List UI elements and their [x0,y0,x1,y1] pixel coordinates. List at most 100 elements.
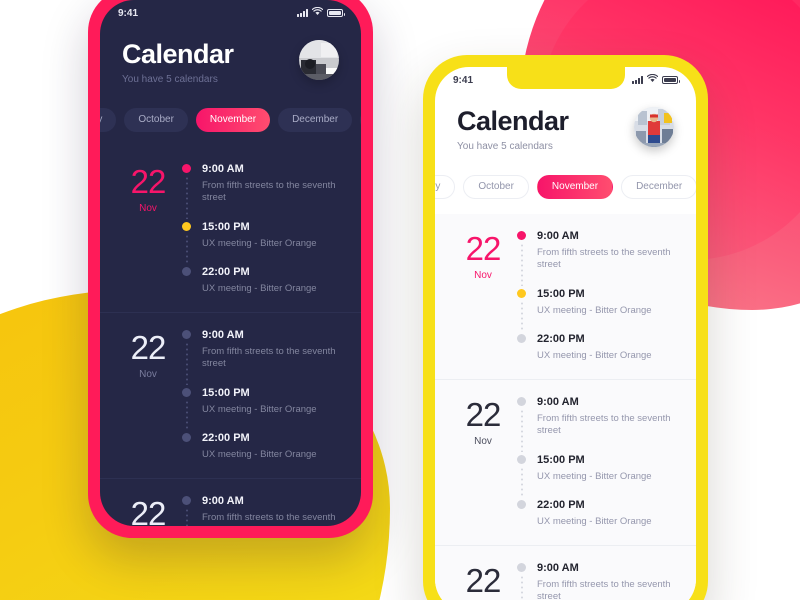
day-date: 22 Nov [449,230,517,363]
day-month: Nov [474,269,492,281]
event-description: UX meeting - Bitter Orange [202,283,317,295]
event-item[interactable]: 15:00 PM UX meeting - Bitter Orange [182,220,345,265]
event-dot-muted [517,454,526,464]
event-time: 15:00 PM [202,220,250,233]
app-header: Calendar You have 5 calendars [435,93,696,152]
day-events: 9:00 AM From fifth streets to the sevent… [517,396,680,529]
day-events: 9:00 AM From fifth streets to the sevent… [517,562,680,600]
battery-icon [662,76,680,84]
event-description: UX meeting - Bitter Orange [202,403,317,415]
event-dot-muted [182,433,191,443]
battery-icon [327,9,345,17]
event-time: 22:00 PM [537,333,585,346]
day-events: 9:00 AM From fifth streets to the sevent… [182,495,345,526]
day-group: 22 Nov 9:00 AM From fifth streets to the… [435,378,696,545]
day-events: 9:00 AM From fifth streets to the sevent… [182,163,345,296]
event-description: From fifth streets to the seventh street [537,246,671,271]
event-description: From fifth streets to the seventh street [202,179,336,204]
event-time: 9:00 AM [537,561,579,574]
page-subtitle: You have 5 calendars [457,140,553,152]
event-connector [185,507,188,526]
event-description: UX meeting - Bitter Orange [537,470,652,482]
day-group: 22 Nov 9:00 AM From fifth streets to the… [100,147,361,312]
day-events: 9:00 AM From fifth streets to the sevent… [182,329,345,462]
event-item[interactable]: 22:00 PM UX meeting - Bitter Orange [182,432,345,462]
month-chip-1[interactable]: October [124,107,188,132]
event-dot-muted [182,267,191,277]
event-list[interactable]: 22 Nov 9:00 AM From fifth streets to the… [435,213,696,600]
phone-mockup-dark: 9:41 Calendar You have 5 calendars Octob… [88,0,373,538]
event-time: 9:00 AM [537,395,579,408]
event-time: 9:00 AM [537,229,579,242]
month-chip-3[interactable]: December [621,174,696,199]
event-description: UX meeting - Bitter Orange [202,449,317,461]
month-chip-2[interactable]: November [195,107,271,132]
event-connector [520,574,523,600]
month-chip-2[interactable]: November [536,174,614,199]
event-connector [520,300,523,332]
month-chip-3[interactable]: December [278,107,353,132]
event-item[interactable]: 9:00 AM From fifth streets to the sevent… [517,395,680,452]
event-dot-pink [517,230,526,240]
event-item[interactable]: 9:00 AM From fifth streets to the sevent… [182,328,345,385]
day-group: 22 Nov 9:00 AM From fifth streets to the… [435,214,696,379]
event-item[interactable]: 15:00 PM UX meeting - Bitter Orange [517,287,680,332]
event-time: 15:00 PM [537,287,585,300]
month-chip-1[interactable]: October [463,174,529,199]
screen-light: 9:41 Calendar You have 5 calendars y Oct… [435,67,696,600]
event-time: 15:00 PM [537,453,585,466]
app-header: Calendar You have 5 calendars [100,26,361,85]
status-bar-time: 9:41 [118,7,139,19]
event-description: From fifth streets to the seventh street [537,412,671,437]
day-number: 22 [465,395,502,433]
day-date: 22 Nov [114,495,182,526]
user-avatar[interactable] [299,40,339,80]
phone-mockup-light: 9:41 Calendar You have 5 calendars y Oct… [423,55,708,600]
event-item[interactable]: 9:00 AM From fifth streets to the sevent… [182,495,345,526]
event-dot-muted [182,495,191,505]
day-date: 22 Nov [114,329,182,462]
event-dot-muted [517,500,526,510]
day-month: Nov [139,368,157,380]
event-list[interactable]: 22 Nov 9:00 AM From fifth streets to the… [100,147,361,526]
event-description: UX meeting - Bitter Orange [537,516,652,528]
page-subtitle: You have 5 calendars [122,73,218,85]
event-item[interactable]: 22:00 PM UX meeting - Bitter Orange [517,333,680,363]
event-time: 22:00 PM [202,432,250,445]
event-item[interactable]: 9:00 AM From fifth streets to the sevent… [517,562,680,600]
month-selector[interactable]: ry October November December Ja [100,103,361,137]
event-time: 22:00 PM [202,266,250,279]
wifi-icon [311,6,324,19]
signal-bars-icon [297,9,308,17]
status-bar: 9:41 [100,0,361,26]
event-description: UX meeting - Bitter Orange [202,237,317,249]
event-item[interactable]: 15:00 PM UX meeting - Bitter Orange [517,453,680,498]
event-item[interactable]: 9:00 AM From fifth streets to the sevent… [182,163,345,219]
day-date: 22 Nov [449,562,517,600]
day-date: 22 Nov [114,163,182,296]
event-item[interactable]: 22:00 PM UX meeting - Bitter Orange [517,499,680,529]
day-events: 9:00 AM From fifth streets to the sevent… [517,230,680,363]
event-dot-muted [517,334,526,344]
event-item[interactable]: 9:00 AM From fifth streets to the sevent… [517,229,680,286]
month-chip-4[interactable]: Ja [360,107,361,132]
user-avatar[interactable] [634,107,674,147]
status-bar-time: 9:41 [453,74,474,86]
event-time: 15:00 PM [202,386,250,399]
event-connector [185,233,188,265]
event-item[interactable]: 15:00 PM UX meeting - Bitter Orange [182,386,345,431]
day-number: 22 [130,328,167,366]
day-month: Nov [139,202,157,214]
month-selector[interactable]: ry October November December Ja [435,170,696,204]
month-chip-0[interactable]: ry [100,107,117,132]
event-description: UX meeting - Bitter Orange [537,350,652,362]
event-dot-muted [517,562,526,572]
event-description: From fifth streets to the seventh street [202,345,336,370]
event-dot-pink [182,163,191,173]
event-connector [185,341,188,385]
event-description: UX meeting - Bitter Orange [537,304,652,316]
day-group: 22 Nov 9:00 AM From fifth streets to the… [100,311,361,478]
event-item[interactable]: 22:00 PM UX meeting - Bitter Orange [182,266,345,296]
month-chip-0[interactable]: ry [435,174,456,199]
event-time: 9:00 AM [202,328,244,341]
